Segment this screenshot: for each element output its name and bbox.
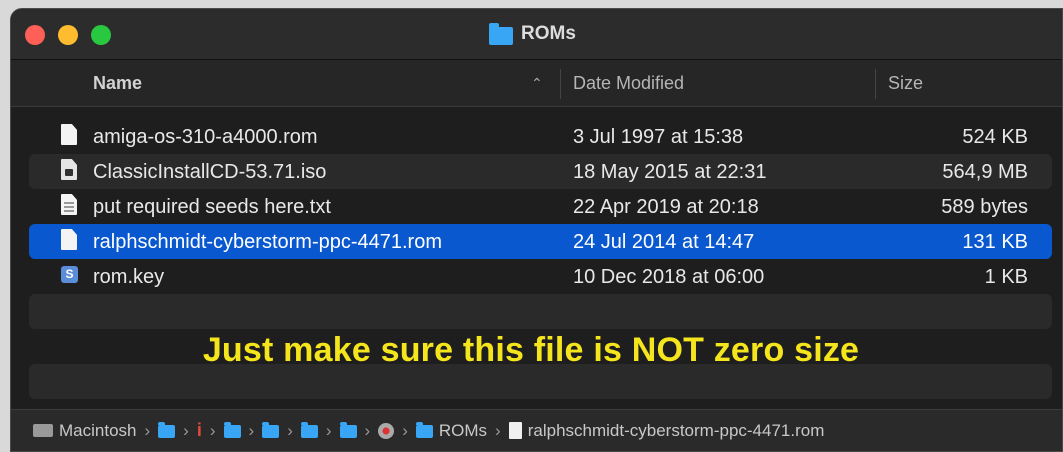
file-name: rom.key	[93, 266, 165, 288]
file-name: amiga-os-310-a4000.rom	[93, 126, 318, 148]
path-item-label: ROMs	[438, 420, 488, 440]
path-item-label: ralphschmidt-cyberstorm-ppc-4471.rom	[527, 420, 825, 440]
close-button[interactable]	[25, 25, 45, 45]
column-header: Name ⌃ Date Modified Size	[11, 60, 1062, 107]
file-date: 10 Dec 2018 at 06:00	[573, 266, 765, 288]
folder-icon	[415, 422, 433, 438]
path-separator: ›	[495, 420, 501, 440]
file-size: 131 KB	[962, 231, 1028, 253]
empty-row	[29, 294, 1052, 329]
folder-icon	[223, 422, 241, 438]
key-file-icon: S	[61, 264, 78, 283]
path-separator: ›	[183, 420, 189, 440]
minimize-button[interactable]	[58, 25, 78, 45]
path-separator: ›	[209, 420, 216, 440]
file-size: 564,9 MB	[942, 161, 1028, 183]
folder-icon	[489, 22, 513, 45]
column-name[interactable]: Name	[93, 60, 142, 106]
window-title-text: ROMs	[521, 23, 576, 44]
path-item-folder[interactable]	[158, 422, 176, 438]
annotation-text: Just make sure this file is NOT zero siz…	[202, 331, 860, 369]
path-item-utility[interactable]: і	[197, 420, 202, 441]
file-date: 18 May 2015 at 22:31	[573, 161, 767, 183]
file-row[interactable]: S rom.key 10 Dec 2018 at 06:00 1 KB	[29, 259, 1052, 294]
path-bar: Macintosh › › і › › › › › › ROMs › ralph…	[11, 409, 1062, 451]
file-date: 22 Apr 2019 at 20:18	[573, 196, 759, 218]
path-separator: ›	[287, 420, 293, 440]
path-item-label: Macintosh	[59, 420, 137, 440]
path-item-folder[interactable]	[339, 422, 357, 438]
path-item-app[interactable]	[378, 422, 395, 439]
finder-window: ROMs Name ⌃ Date Modified Size amiga-os-…	[10, 8, 1063, 452]
hard-drive-icon	[33, 424, 53, 437]
file-row[interactable]: put required seeds here.txt 22 Apr 2019 …	[29, 189, 1052, 224]
document-icon	[508, 422, 522, 439]
folder-icon	[158, 422, 176, 438]
path-item-folder[interactable]	[223, 422, 241, 438]
file-name: ralphschmidt-cyberstorm-ppc-4471.rom	[93, 231, 443, 253]
window-title: ROMs	[489, 22, 576, 46]
file-date: 24 Jul 2014 at 14:47	[573, 231, 755, 253]
column-date-modified[interactable]: Date Modified	[573, 60, 684, 106]
path-item-folder[interactable]	[262, 422, 280, 438]
path-item-roms[interactable]: ROMs	[415, 420, 488, 441]
column-divider[interactable]	[560, 69, 561, 99]
file-size: 524 KB	[962, 126, 1028, 148]
path-separator: ›	[364, 420, 371, 440]
path-separator: ›	[325, 420, 332, 440]
text-document-icon	[61, 194, 77, 215]
file-row[interactable]: ClassicInstallCD-53.71.iso 18 May 2015 a…	[29, 154, 1052, 189]
file-name: put required seeds here.txt	[93, 196, 331, 218]
sort-ascending-icon[interactable]: ⌃	[531, 60, 543, 106]
path-separator: ›	[402, 420, 408, 440]
disk-image-icon	[61, 159, 77, 180]
emulator-icon	[378, 422, 395, 439]
folder-icon	[262, 422, 280, 438]
path-item-drive[interactable]: Macintosh	[33, 421, 136, 441]
document-icon	[61, 229, 77, 250]
document-icon	[61, 124, 77, 145]
title-bar: ROMs	[11, 9, 1062, 60]
path-item-folder[interactable]	[300, 422, 318, 438]
column-divider[interactable]	[875, 69, 876, 99]
utility-icon: і	[196, 420, 202, 440]
path-separator: ›	[144, 420, 151, 440]
zoom-button[interactable]	[91, 25, 111, 45]
folder-icon	[300, 422, 318, 438]
file-row[interactable]: amiga-os-310-a4000.rom 3 Jul 1997 at 15:…	[29, 119, 1052, 154]
file-date: 3 Jul 1997 at 15:38	[573, 126, 744, 148]
file-row-selected[interactable]: ralphschmidt-cyberstorm-ppc-4471.rom 24 …	[29, 224, 1052, 259]
file-size: 589 bytes	[941, 196, 1028, 218]
folder-icon	[339, 422, 357, 438]
file-name: ClassicInstallCD-53.71.iso	[93, 161, 327, 183]
column-size[interactable]: Size	[888, 60, 923, 106]
file-size: 1 KB	[984, 266, 1028, 288]
path-separator: ›	[248, 420, 255, 440]
path-item-file[interactable]: ralphschmidt-cyberstorm-ppc-4471.rom	[508, 420, 825, 441]
